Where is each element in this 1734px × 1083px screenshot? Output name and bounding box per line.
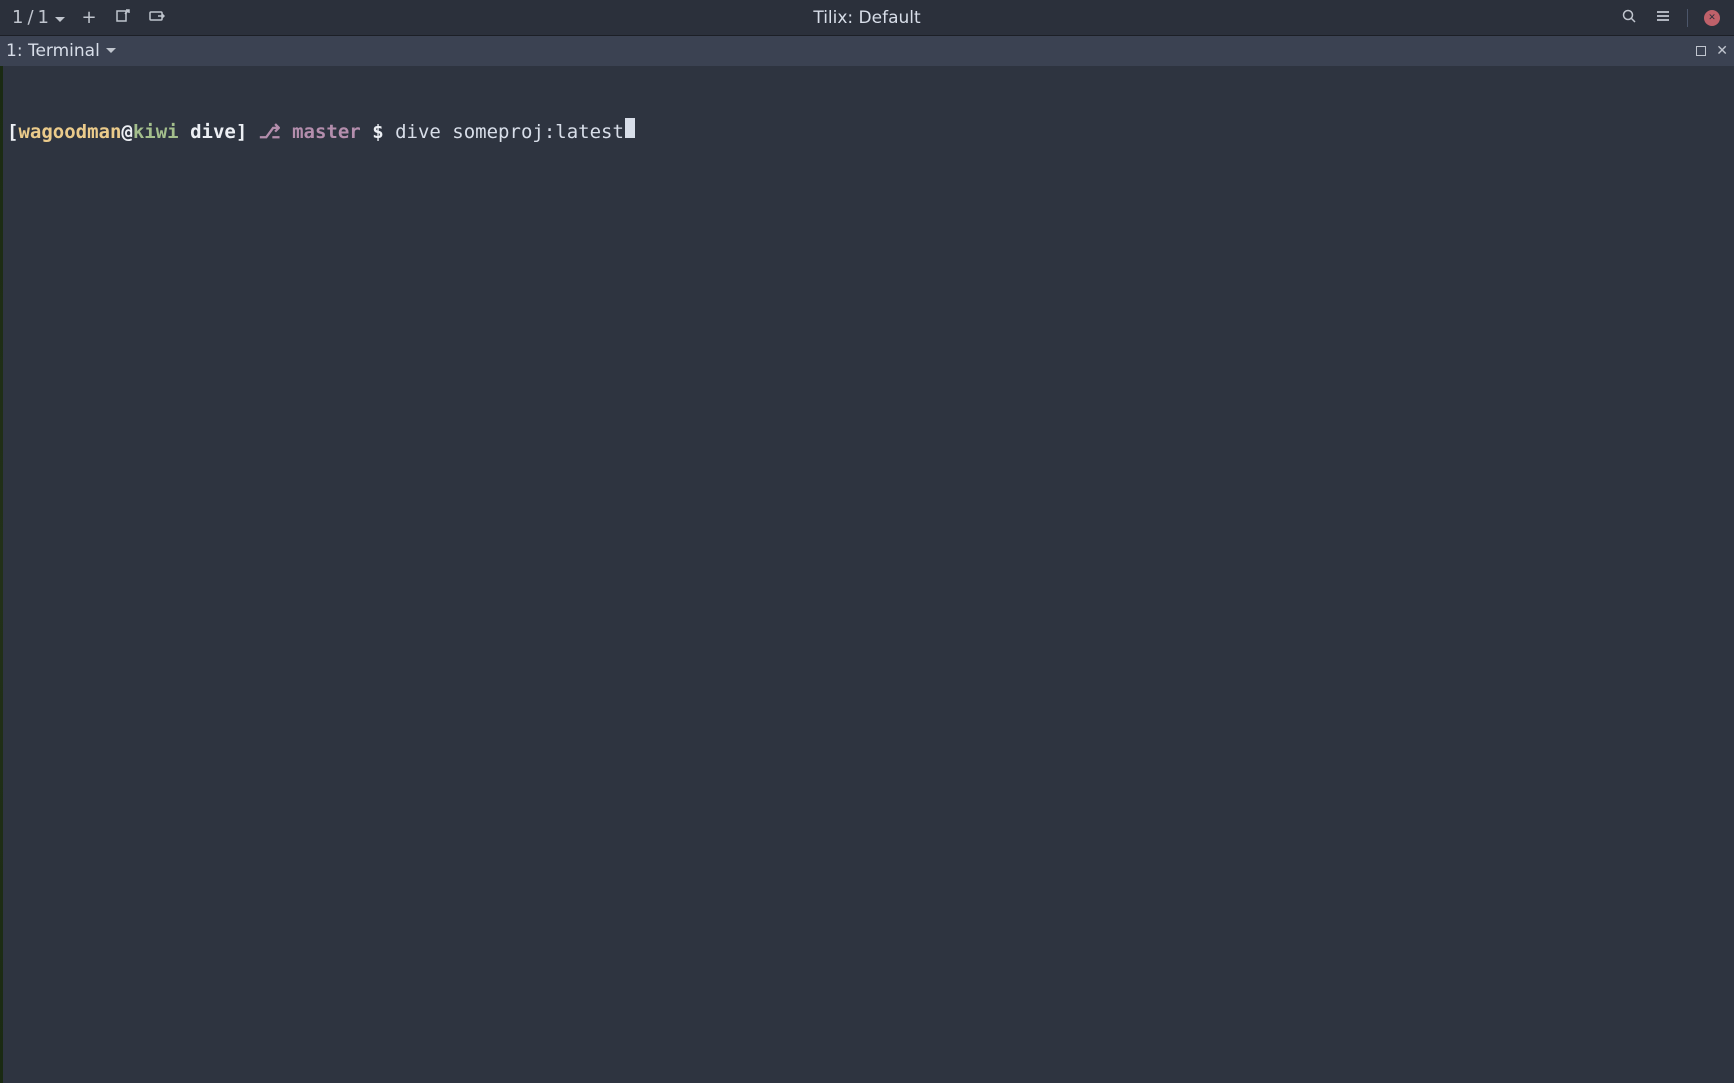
- prompt-host: kiwi: [133, 121, 179, 145]
- session-separator: /: [27, 7, 33, 28]
- search-icon: [1621, 8, 1637, 28]
- maximize-icon: [1696, 46, 1706, 56]
- session-current: 1: [12, 7, 23, 28]
- prompt-rbracket: ]: [236, 121, 247, 145]
- pane-maximize-button[interactable]: [1696, 46, 1706, 56]
- plus-icon: +: [81, 9, 96, 27]
- prompt-sigil: $: [372, 121, 383, 145]
- terminal-container: [wagoodman@kiwi dive] ⎇ master $ dive so…: [0, 66, 1734, 1083]
- new-window-icon: [115, 8, 131, 28]
- titlebar-left-controls: 1 / 1 +: [8, 4, 171, 32]
- terminal-pane[interactable]: [wagoodman@kiwi dive] ⎇ master $ dive so…: [3, 66, 1734, 1083]
- git-branch-icon: ⎇: [259, 121, 281, 145]
- sync-input-icon: [149, 8, 165, 28]
- titlebar-right-controls: [1615, 4, 1726, 32]
- prompt-user: wagoodman: [18, 121, 121, 145]
- terminal-tab-label: 1: Terminal: [6, 41, 100, 61]
- terminal-tab[interactable]: 1: Terminal: [6, 41, 116, 61]
- window-close-button[interactable]: [1698, 4, 1726, 32]
- new-session-button[interactable]: +: [75, 4, 103, 32]
- typed-command: dive someproj:latest: [395, 121, 624, 145]
- prompt-space2: [247, 121, 258, 145]
- window-title: Tilix: Default: [0, 8, 1734, 28]
- prompt-space4: [361, 121, 372, 145]
- sync-input-button[interactable]: [143, 4, 171, 32]
- prompt-space3: [281, 121, 292, 145]
- prompt-dir: dive: [190, 121, 236, 145]
- app-menu-button[interactable]: [1649, 4, 1677, 32]
- pane-close-icon: ✕: [1716, 43, 1728, 59]
- session-total: 1: [38, 7, 49, 28]
- session-counter[interactable]: 1 / 1: [8, 7, 69, 28]
- prompt-line: [wagoodman@kiwi dive] ⎇ master $ dive so…: [7, 118, 1730, 145]
- titlebar-divider: [1687, 9, 1688, 27]
- hamburger-menu-icon: [1655, 8, 1671, 28]
- window-titlebar: 1 / 1 + Tilix: Default: [0, 0, 1734, 36]
- prompt-space5: [384, 121, 395, 145]
- pane-close-button[interactable]: ✕: [1716, 43, 1728, 59]
- prompt-lbracket: [: [7, 121, 18, 145]
- terminal-cursor: [625, 118, 635, 138]
- prompt-space: [179, 121, 190, 145]
- search-button[interactable]: [1615, 4, 1643, 32]
- chevron-down-icon: [106, 41, 116, 61]
- session-bar: 1: Terminal ✕: [0, 36, 1734, 66]
- chevron-down-icon: [55, 7, 65, 28]
- pane-controls: ✕: [1696, 43, 1728, 59]
- git-branch-name: master: [292, 121, 361, 145]
- close-icon: [1704, 10, 1720, 26]
- new-window-button[interactable]: [109, 4, 137, 32]
- prompt-at: @: [121, 121, 132, 145]
